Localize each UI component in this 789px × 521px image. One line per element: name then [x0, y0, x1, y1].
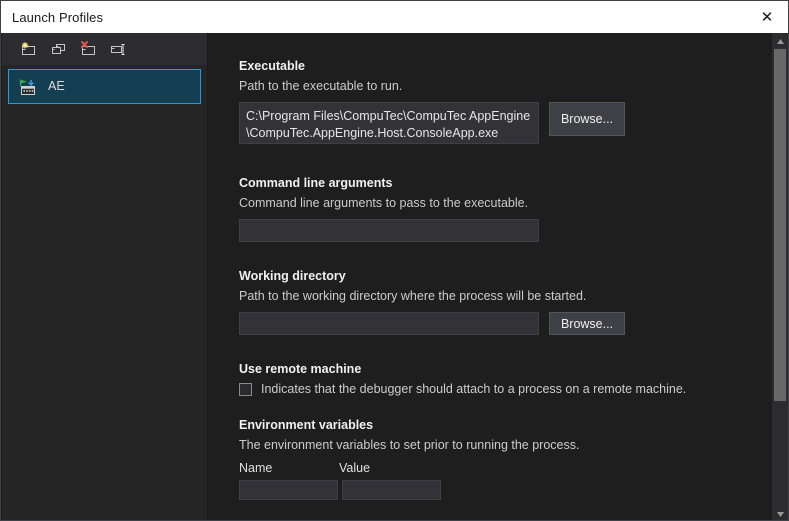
working-directory-title: Working directory	[239, 269, 774, 284]
section-environment-variables: Environment variables The environment va…	[239, 418, 774, 500]
scrollbar-down-button[interactable]	[772, 506, 788, 521]
profile-list-item-label: AE	[48, 80, 65, 93]
spacer-1	[239, 144, 774, 176]
use-remote-machine-checkbox[interactable]	[239, 383, 252, 396]
working-directory-browse-button[interactable]: Browse...	[549, 312, 625, 335]
section-command-line-arguments: Command line arguments Command line argu…	[239, 176, 774, 242]
use-remote-machine-label: Indicates that the debugger should attac…	[261, 382, 686, 397]
command-line-arguments-field-row	[239, 219, 774, 242]
profile-list-item-ae[interactable]: AE	[8, 69, 201, 104]
executable-title: Executable	[239, 59, 774, 74]
section-executable: Executable Path to the executable to run…	[239, 59, 774, 144]
dialog-body: AE Executable Path to the executable to …	[1, 33, 789, 521]
executable-field-row: C:\Program Files\CompuTec\CompuTec AppEn…	[239, 102, 774, 144]
spacer-3	[239, 335, 774, 362]
executable-browse-button[interactable]: Browse...	[549, 102, 625, 136]
settings-content: Executable Path to the executable to run…	[209, 33, 774, 500]
scrollbar-track[interactable]	[772, 49, 788, 506]
environment-variables-header-row: Name Value	[239, 461, 774, 475]
close-button[interactable]: ✕	[744, 1, 789, 33]
working-directory-input[interactable]	[239, 312, 539, 335]
profile-list: AE	[2, 65, 207, 521]
executable-description: Path to the executable to run.	[239, 79, 774, 94]
column-header-name: Name	[239, 461, 339, 475]
scrollbar-up-button[interactable]	[772, 33, 788, 49]
command-line-arguments-input[interactable]	[239, 219, 539, 242]
environment-variable-value-input[interactable]	[342, 480, 441, 500]
rename-profile-icon	[110, 41, 127, 57]
spacer-2	[239, 242, 774, 269]
new-profile-icon	[20, 41, 37, 57]
title-bar: Launch Profiles ✕	[1, 1, 789, 33]
settings-scrollbar[interactable]	[772, 33, 788, 521]
delete-profile-button[interactable]	[73, 36, 103, 62]
dialog-title: Launch Profiles	[12, 10, 103, 25]
close-icon: ✕	[761, 10, 774, 25]
launch-profiles-dialog: Launch Profiles ✕	[0, 0, 789, 521]
use-remote-machine-title: Use remote machine	[239, 362, 774, 377]
new-profile-button[interactable]	[13, 36, 43, 62]
chevron-up-icon	[776, 38, 785, 45]
scrollbar-thumb[interactable]	[774, 49, 786, 401]
command-line-arguments-description: Command line arguments to pass to the ex…	[239, 196, 774, 211]
delete-profile-icon	[80, 41, 97, 57]
environment-variables-description: The environment variables to set prior t…	[239, 438, 774, 453]
environment-variables-table: Name Value	[239, 461, 774, 500]
use-remote-machine-row[interactable]: Indicates that the debugger should attac…	[239, 382, 774, 397]
executable-path-input[interactable]: C:\Program Files\CompuTec\CompuTec AppEn…	[239, 102, 539, 144]
working-directory-description: Path to the working directory where the …	[239, 289, 774, 304]
column-header-value: Value	[339, 461, 439, 475]
section-working-directory: Working directory Path to the working di…	[239, 269, 774, 335]
environment-variable-name-input[interactable]	[239, 480, 338, 500]
command-line-arguments-title: Command line arguments	[239, 176, 774, 191]
duplicate-profile-button[interactable]	[43, 36, 73, 62]
working-directory-field-row: Browse...	[239, 312, 774, 335]
profile-settings-panel: Executable Path to the executable to run…	[209, 33, 789, 521]
environment-variables-title: Environment variables	[239, 418, 774, 433]
executable-launch-profile-icon	[19, 78, 37, 96]
profiles-panel: AE	[2, 33, 208, 521]
table-row	[239, 480, 774, 500]
duplicate-profile-icon	[50, 41, 67, 57]
rename-profile-button[interactable]	[103, 36, 133, 62]
profiles-toolbar	[2, 33, 207, 65]
section-use-remote-machine: Use remote machine Indicates that the de…	[239, 362, 774, 397]
spacer-4	[239, 397, 774, 418]
chevron-down-icon	[776, 511, 785, 518]
